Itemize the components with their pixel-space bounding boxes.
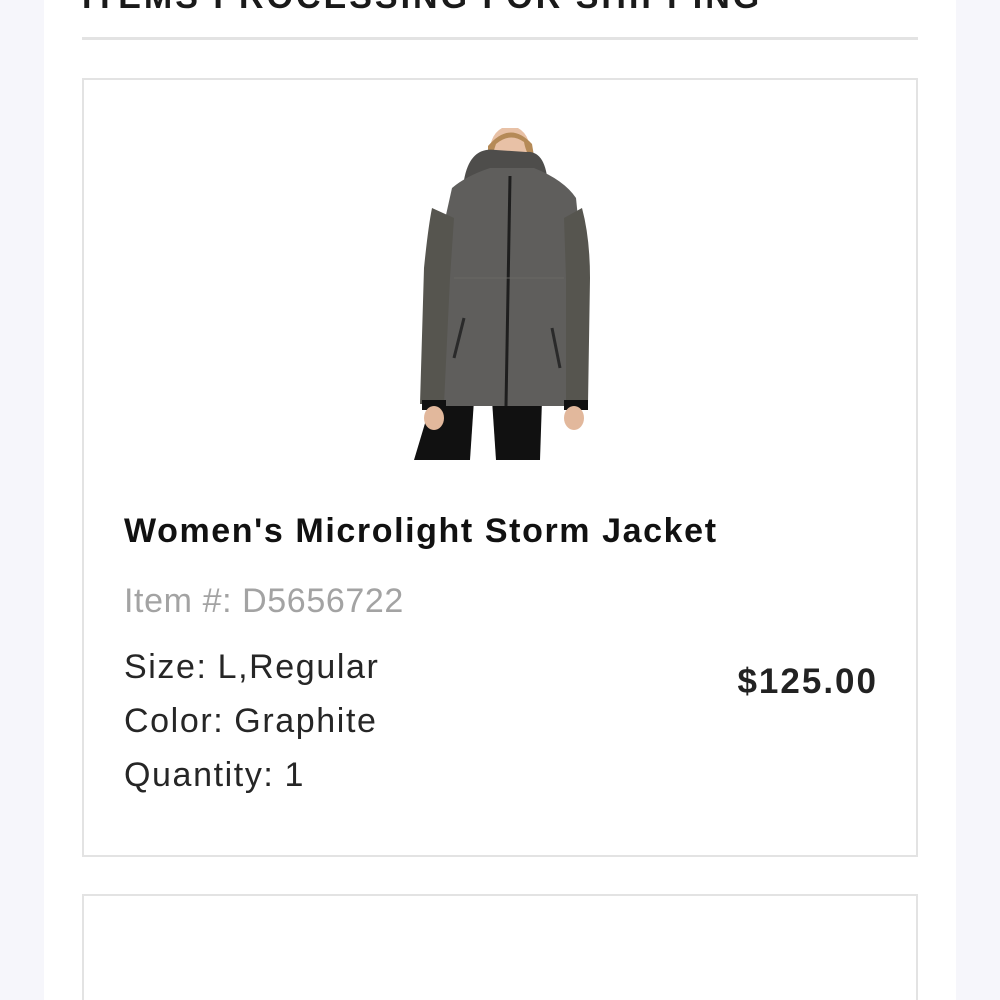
size-row: Size: L,Regular	[124, 648, 379, 687]
item-number-label: Item #:	[124, 582, 233, 620]
size-label: Size:	[124, 648, 208, 686]
model-figure	[414, 128, 590, 460]
color-row: Color: Graphite	[124, 702, 378, 741]
color-label: Color:	[124, 702, 225, 740]
item-price: $125.00	[737, 662, 878, 701]
order-page: ITEMS PROCESSING FOR SHIPPING	[0, 0, 1000, 1000]
quantity-value: 1	[284, 756, 305, 794]
section-heading: ITEMS PROCESSING FOR SHIPPING	[82, 0, 762, 17]
product-name[interactable]: Women's Microlight Storm Jacket	[124, 512, 718, 551]
item-number-value: D5656722	[242, 582, 404, 620]
size-value: L,Regular	[217, 648, 380, 686]
next-order-item-card[interactable]	[82, 894, 918, 1000]
item-number: Item #: D5656722	[124, 582, 404, 621]
color-value: Graphite	[234, 702, 378, 740]
product-image[interactable]	[414, 128, 604, 460]
section-divider	[82, 37, 918, 40]
quantity-row: Quantity: 1	[124, 756, 305, 795]
quantity-label: Quantity:	[124, 756, 275, 794]
order-item-card[interactable]: Women's Microlight Storm Jacket Item #: D…	[82, 78, 918, 857]
